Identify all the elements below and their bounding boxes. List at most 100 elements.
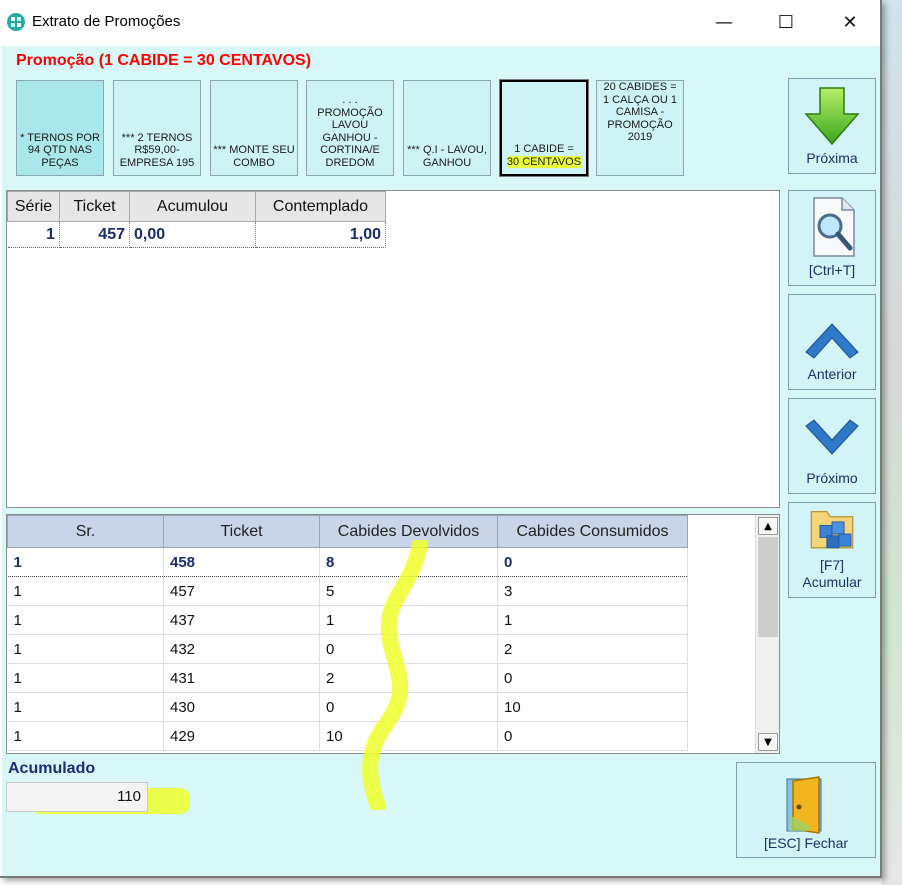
scroll-up-arrow-icon[interactable]: ▲ [758,517,778,535]
accumulate-button[interactable]: [F7] Acumular [788,502,876,598]
promo-button-1-cabide[interactable]: 1 CABIDE = 30 CENTAVOS [499,79,589,177]
table-row[interactable]: 1 437 1 1 [7,605,688,635]
table-row[interactable]: 1 457 5 3 [7,576,688,606]
green-down-arrow-icon [804,87,860,146]
detail-grid: Sr. Ticket Cabides Devolvidos Cabides Co… [6,514,780,754]
cell-consumidos: 3 [497,576,688,606]
cell-ticket: 431 [163,663,320,693]
ctrl-t-button[interactable]: [Ctrl+T] [788,190,876,286]
col-header-ticket[interactable]: Ticket [59,191,130,222]
cell-consumidos: 0 [497,663,688,693]
cell-sr: 1 [7,721,164,751]
promo-button-monte-combo[interactable]: *** MONTE SEU COMBO [210,80,298,176]
cell-consumidos: 0 [497,547,688,577]
next-label: Próximo [806,470,858,486]
folder-cubes-icon [810,510,854,549]
summary-grid: Série Ticket Acumulou Contemplado 1 457 … [6,190,780,508]
cell-contemplado: 1,00 [255,221,386,248]
summary-table: Série Ticket Acumulou Contemplado 1 457 … [7,191,386,248]
cell-devolvidos: 0 [319,692,498,722]
cell-sr: 1 [7,576,164,606]
promo-button-lavou-ganhou-cortina[interactable]: . . . PROMOÇÃO LAVOU GANHOU - CORTINA/E … [306,80,394,176]
cell-ticket: 429 [163,721,320,751]
table-row-selected[interactable]: 1 458 8 0 [7,547,688,577]
esc-close-label: [ESC] Fechar [763,835,849,851]
promo-button-label: *** 2 TERNOS R$59,00- EMPRESA 195 [119,131,195,169]
cell-devolvidos: 10 [319,721,498,751]
background-window-strip [882,0,902,885]
table-row[interactable]: 1 431 2 0 [7,663,688,693]
cell-sr: 1 [7,547,164,577]
cell-consumidos: 1 [497,605,688,635]
promo-group: Promoção (1 CABIDE = 30 CENTAVOS) * TERN… [6,48,782,180]
cell-sr: 1 [7,663,164,693]
promo-button-2-ternos[interactable]: *** 2 TERNOS R$59,00- EMPRESA 195 [113,80,201,176]
cell-ticket: 432 [163,634,320,664]
close-window-button[interactable]: ✕ [828,6,872,38]
cell-ticket: 458 [163,547,320,577]
scroll-down-arrow-icon[interactable]: ▼ [758,733,778,751]
promo-button-label-line1: 1 CABIDE = [514,143,574,155]
col-header-sr[interactable]: Sr. [7,515,164,548]
document-search-icon [813,197,855,257]
next-button[interactable]: Próximo [788,398,876,494]
ctrl-t-label: [Ctrl+T] [808,262,856,278]
cell-devolvidos: 8 [319,547,498,577]
accumulated-label: Acumulado [8,760,96,777]
promo-button-label: . . . PROMOÇÃO LAVOU GANHOU - CORTINA/E … [317,94,383,169]
promo-button-label: 1 CABIDE = 30 CENTAVOS [506,143,582,168]
col-header-ticket[interactable]: Ticket [163,515,320,548]
cell-consumidos: 2 [497,634,688,664]
app-icon [7,13,25,31]
table-row[interactable]: 1 430 0 10 [7,692,688,722]
accumulated-field: 110 [6,782,148,812]
promo-button-label: *** Q.I - LAVOU, GANHOU [407,144,487,169]
f7-label: [F7] [819,557,845,573]
promo-button-label: * TERNOS POR 94 QTD NAS PEÇAS [20,131,100,169]
promo-title: Promoção (1 CABIDE = 30 CENTAVOS) [16,52,312,69]
col-header-contemplado[interactable]: Contemplado [255,191,386,222]
col-header-cabides-devolvidos[interactable]: Cabides Devolvidos [319,515,498,548]
table-row[interactable]: 1 429 10 0 [7,721,688,751]
cell-ticket: 437 [163,605,320,635]
scroll-thumb[interactable] [758,537,778,637]
cell-consumidos: 10 [497,692,688,722]
esc-close-button[interactable]: [ESC] Fechar [736,762,876,858]
cell-devolvidos: 2 [319,663,498,693]
col-header-serie[interactable]: Série [7,191,60,222]
minimize-button[interactable]: — [702,6,746,38]
cell-devolvidos: 5 [319,576,498,606]
promo-button-20-cabides[interactable]: 20 CABIDES = 1 CALÇA OU 1 CAMISA - PROMO… [596,80,684,176]
cell-devolvidos: 0 [319,634,498,664]
cell-sr: 1 [7,605,164,635]
title-bar: Extrato de Promoções — ☐ ✕ [0,0,880,46]
cell-acumulou: 0,00 [129,221,256,248]
next-promo-button[interactable]: Próxima [788,78,876,174]
promo-button-qi-lavou[interactable]: *** Q.I - LAVOU, GANHOU [403,80,491,176]
detail-table: Sr. Ticket Cabides Devolvidos Cabides Co… [7,515,688,751]
previous-button[interactable]: Anterior [788,294,876,390]
col-header-acumulou[interactable]: Acumulou [129,191,256,222]
maximize-button[interactable]: ☐ [764,6,808,38]
cell-consumidos: 0 [497,721,688,751]
col-header-cabides-consumidos[interactable]: Cabides Consumidos [497,515,688,548]
promo-button-label: *** MONTE SEU COMBO [213,144,295,169]
previous-label: Anterior [807,366,857,382]
next-promo-label: Próxima [806,150,858,166]
cell-ticket: 430 [163,692,320,722]
chevron-up-icon [805,323,859,359]
table-row[interactable]: 1 457 0,00 1,00 [7,221,386,248]
table-row[interactable]: 1 432 0 2 [7,634,688,664]
cell-sr: 1 [7,692,164,722]
extrato-window: Extrato de Promoções — ☐ ✕ Promoção (1 C… [0,0,882,878]
cell-devolvidos: 1 [319,605,498,635]
promo-button-ternos-94[interactable]: * TERNOS POR 94 QTD NAS PEÇAS [16,80,104,176]
cell-serie: 1 [7,221,60,248]
accumulate-label: Acumular [802,574,862,590]
client-area: Promoção (1 CABIDE = 30 CENTAVOS) * TERN… [2,46,880,876]
promo-button-label: 20 CABIDES = 1 CALÇA OU 1 CAMISA - PROMO… [603,81,677,143]
door-exit-icon [786,776,822,834]
cell-sr: 1 [7,634,164,664]
promo-button-label-highlighted: 30 CENTAVOS [506,155,582,168]
vertical-scrollbar[interactable]: ▲ ▼ [755,515,779,753]
